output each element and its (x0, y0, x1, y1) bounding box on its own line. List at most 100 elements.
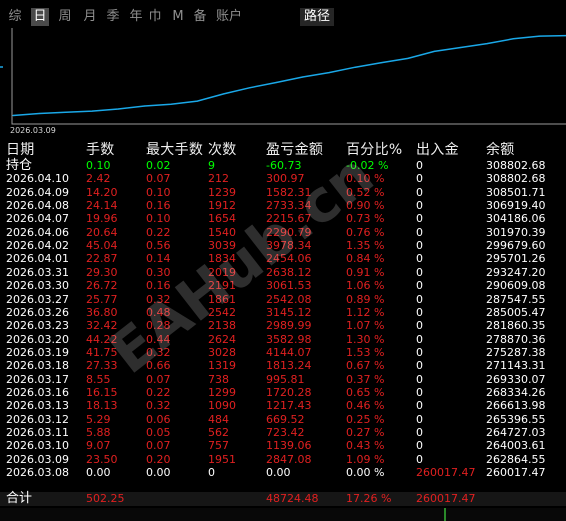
cell-lots: 9.07 (86, 439, 111, 453)
column-header-1[interactable]: 手数 (86, 139, 115, 159)
total-lots: 502.25 (86, 492, 125, 505)
table-row[interactable]: 2026.03.10 9.07 0.07 757 1139.06 0.43 % 0 26400… (0, 439, 566, 452)
equity-point-10 (275, 81, 277, 84)
total-pnl: 48724.48 (266, 492, 319, 505)
cell-pnl: 669.52 (266, 412, 305, 426)
cell-lots: 14.20 (86, 185, 118, 199)
cell-io: 0 (416, 225, 423, 239)
cell-date: 2026.04.01 (6, 252, 69, 266)
table-row[interactable]: 2026.04.01 22.87 0.14 1834 2454.06 0.84 % 0 295… (0, 252, 566, 265)
tab-3[interactable]: 月 (81, 8, 99, 26)
cell-pnl: 2542.08 (266, 292, 312, 306)
equity-point-15 (407, 57, 409, 59)
table-row[interactable]: 2026.03.09 23.50 0.20 1951 2847.08 1.09 % 0 262… (0, 453, 566, 466)
tab-8[interactable]: 备 (191, 8, 209, 26)
holding-row[interactable]: 持仓 0.10 0.02 9 -60.73 -0.02 % 0 308802.68 (0, 159, 566, 172)
column-header-5[interactable]: 百分比% (346, 139, 403, 159)
cell-pnl: 1813.24 (266, 359, 312, 373)
table-row[interactable]: 2026.03.26 36.80 0.48 2542 3145.12 1.12 % 0 285… (0, 306, 566, 319)
tab-10[interactable]: 路径 (300, 8, 334, 26)
tab-6[interactable]: 巾 (146, 8, 164, 26)
table-row[interactable]: 2026.03.18 27.33 0.66 1319 1813.24 0.67 % 0 271… (0, 359, 566, 372)
table-row[interactable]: 2026.03.30 26.72 0.16 2191 3061.53 1.06 % 0 290… (0, 279, 566, 292)
cell-lots: 20.64 (86, 225, 118, 239)
table-row[interactable]: 2026.04.09 14.20 0.10 1239 1582.31 0.52 % 0 308… (0, 186, 566, 199)
table-row[interactable]: 2026.04.06 20.64 0.22 1540 2290.79 0.76 % 0 301… (0, 226, 566, 239)
cell-balance: 295701.26 (486, 252, 546, 266)
tab-4[interactable]: 季 (104, 8, 122, 26)
cell-pnl: 3582.98 (266, 332, 312, 346)
table-row[interactable]: 2026.03.17 8.55 0.07 738 995.81 0.37 % 0 269330… (0, 373, 566, 386)
cell-balance: 299679.60 (486, 239, 546, 253)
cell-balance: 268334.26 (486, 385, 546, 399)
equity-point-17 (460, 46, 462, 49)
cell-lots: 2.42 (86, 172, 111, 186)
column-header-4[interactable]: 盈亏金额 (266, 139, 323, 159)
table-row[interactable]: 2026.03.13 18.13 0.32 1090 1217.43 0.46 % 0 266… (0, 399, 566, 412)
table-row[interactable]: 2026.03.16 16.15 0.22 1299 1720.28 0.65 % 0 268… (0, 386, 566, 399)
table-row[interactable]: 2026.03.20 44.22 0.44 2624 3582.98 1.30 % 0 278… (0, 333, 566, 346)
cell-balance: 308802.68 (486, 172, 546, 186)
cell-io: 0 (416, 199, 423, 213)
table-row[interactable]: 2026.03.23 32.42 0.28 2138 2989.99 1.07 % 0 281… (0, 319, 566, 332)
cell-balance: 281860.35 (486, 319, 546, 333)
cell-io: 0 (416, 239, 423, 253)
cell-date: 2026.03.11 (6, 426, 69, 439)
column-header-3[interactable]: 次数 (208, 139, 237, 159)
tab-0[interactable]: 综 (6, 8, 24, 26)
cell-max_lots: 0.10 (146, 212, 171, 226)
table-row[interactable]: 2026.03.27 25.77 0.32 1861 2542.08 0.89 % 0 287… (0, 293, 566, 306)
cell-pct: -0.02 % (346, 159, 389, 172)
table-header: 日期 手数 最大手数 次数 盈亏金额 百分比% 出入金 余额 (0, 139, 566, 158)
table-row[interactable]: 2026.04.07 19.96 0.10 1654 2215.67 0.73 % 0 304… (0, 212, 566, 225)
table-row[interactable]: 2026.03.31 29.30 0.30 2019 2638.12 0.91 % 0 293… (0, 266, 566, 279)
table-row[interactable]: 2026.03.11 5.88 0.05 562 723.42 0.27 % 0 264727… (0, 426, 566, 439)
cell-pct: 0.25 % (346, 412, 385, 426)
table-row[interactable]: 2026.04.10 2.42 0.07 212 300.97 0.10 % 0 308802… (0, 172, 566, 185)
table-row[interactable]: 2026.04.08 24.14 0.16 1912 2733.34 0.90 % 0 306… (0, 199, 566, 212)
cell-date: 2026.04.09 (6, 185, 69, 199)
cell-date: 2026.03.23 (6, 319, 69, 333)
cell-pct: 0.46 % (346, 399, 385, 413)
cell-pct: 0.91 % (346, 265, 385, 279)
tab-2[interactable]: 周 (56, 8, 74, 26)
equity-point-12 (328, 72, 330, 74)
cell-io: 0 (416, 385, 423, 399)
cell-count: 2624 (208, 332, 236, 346)
cell-balance: 287547.55 (486, 292, 546, 306)
cell-pnl: 2638.12 (266, 265, 312, 279)
equity-point-14 (381, 62, 383, 64)
cell-pct: 1.35 % (346, 239, 385, 253)
cell-count: 1861 (208, 292, 236, 306)
cell-max_lots: 0.56 (146, 239, 171, 253)
column-header-6[interactable]: 出入金 (416, 139, 459, 159)
column-header-0[interactable]: 日期 (6, 139, 35, 159)
cell-pct: 1.07 % (346, 319, 385, 333)
cell-max_lots: 0.32 (146, 292, 171, 306)
cell-io: 0 (416, 185, 423, 199)
column-header-7[interactable]: 余额 (486, 139, 515, 159)
cell-io: 0 (416, 172, 423, 186)
cell-balance: 301970.39 (486, 225, 546, 239)
cell-pnl: 2733.34 (266, 199, 312, 213)
column-header-2[interactable]: 最大手数 (146, 139, 203, 159)
equity-point-11 (302, 76, 304, 78)
tab-9[interactable]: 账户 (212, 8, 246, 26)
equity-point-13 (354, 66, 356, 68)
table-row[interactable]: 2026.03.12 5.29 0.06 484 669.52 0.25 % 0 265396… (0, 413, 566, 426)
cell-balance: 306919.40 (486, 199, 546, 213)
cell-count: 738 (208, 372, 229, 386)
tab-1[interactable]: 日 (31, 8, 49, 26)
table-row[interactable]: 2026.03.19 41.75 0.32 3028 4144.07 1.53 % 0 275… (0, 346, 566, 359)
tab-5[interactable]: 年 (127, 8, 145, 26)
cell-pct: 1.53 % (346, 345, 385, 359)
chart-start-date: 2026.03.09 (10, 126, 56, 135)
table-row[interactable]: 2026.04.02 45.04 0.56 3039 3978.34 1.35 % 0 299… (0, 239, 566, 252)
table-row[interactable]: 2026.03.08 0.00 0.00 0 0.00 0.00 % 260017.47 26… (0, 466, 566, 479)
cell-date: 2026.03.09 (6, 452, 69, 466)
tab-7[interactable]: M (170, 8, 186, 26)
cell-pct: 1.30 % (346, 332, 385, 346)
cell-pnl: 4144.07 (266, 345, 312, 359)
cell-lots: 41.75 (86, 345, 118, 359)
cell-date: 2026.03.12 (6, 412, 69, 426)
